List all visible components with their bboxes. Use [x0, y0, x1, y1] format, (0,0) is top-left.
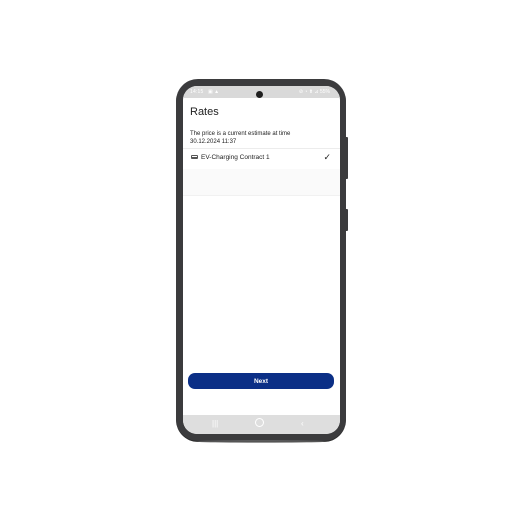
android-nav-bar: ||| ‹	[183, 415, 340, 434]
next-button[interactable]: Next	[188, 373, 334, 389]
front-camera	[256, 91, 263, 98]
system-status-icons: ⊘ ◔ ⬆ ⊿ 55%	[298, 89, 330, 95]
page-title: Rates	[190, 106, 219, 118]
contract-label: EV-Charging Contract 1	[201, 154, 270, 161]
credit-card-icon	[191, 155, 198, 159]
back-icon[interactable]: ‹	[301, 419, 304, 428]
phone-shadow	[196, 440, 326, 443]
price-estimate-note: The price is a current estimate at time …	[190, 130, 330, 146]
list-background	[183, 169, 340, 195]
volume-button	[345, 209, 348, 231]
divider	[183, 195, 340, 196]
home-icon[interactable]	[255, 418, 264, 427]
price-estimate-timestamp: 30.12.2024 11:37	[190, 139, 237, 145]
contract-option-ev-charging-1[interactable]: EV-Charging Contract 1 ✓	[183, 149, 340, 169]
price-estimate-text: The price is a current estimate at time	[190, 131, 291, 137]
checkmark-icon: ✓	[323, 152, 331, 162]
status-time: 14:15	[190, 89, 204, 95]
notification-icons: ▣ ▲	[208, 89, 220, 95]
power-button	[345, 137, 348, 179]
recent-apps-icon[interactable]: |||	[212, 419, 218, 428]
phone-screen: 14:15 ▣ ▲ ⊘ ◔ ⬆ ⊿ 55% Rates The price is…	[183, 86, 340, 434]
